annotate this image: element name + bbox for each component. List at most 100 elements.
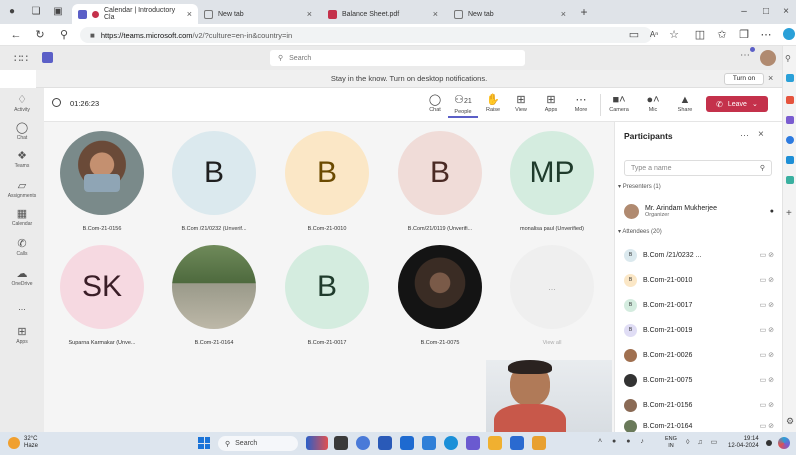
input-language[interactable]: ENG IN [665,436,677,450]
rail-apps[interactable]: ⊞ Apps [0,326,44,345]
taskbar-app-icon[interactable] [466,436,480,450]
new-tab-plus-icon[interactable]: + [578,6,590,18]
sidebar-app-icon[interactable] [786,74,794,82]
rail-teams[interactable]: ❖ Teams [0,150,44,169]
workspaces-icon[interactable]: ❏ [30,6,42,18]
taskbar-app-icon[interactable] [532,436,546,450]
view-button[interactable]: ⊞ View [506,93,536,113]
rail-calendar[interactable]: ▦ Calendar [0,208,44,227]
back-arrow-icon[interactable]: ← [8,27,24,43]
copilot-icon[interactable] [783,28,795,40]
app-launcher-icon[interactable]: ∷∷ [14,52,28,65]
more-button[interactable]: ⋯ More [566,93,596,113]
tab-balance-sheet[interactable]: Balance Sheet.pdf × [322,4,444,24]
rail-onedrive[interactable]: ☁ OneDrive [0,268,44,287]
rail-activity[interactable]: ♢ Activity [0,94,44,113]
organizer-row[interactable]: Mr. Arindam Mukherjee Organizer ● [624,201,774,221]
teams-search-input[interactable]: ⚲ Search [270,50,525,66]
rail-calls[interactable]: ✆ Calls [0,238,44,257]
taskbar-app-icon[interactable] [334,436,348,450]
close-tab-icon[interactable]: × [307,9,312,19]
wifi-volume-battery-icons[interactable]: ◊ ♫ ▭ [686,438,720,446]
view-all-tile[interactable]: ... [510,245,594,329]
participant-avatar-tile[interactable]: B [285,245,369,329]
participant-avatar-tile[interactable]: B [172,131,256,215]
split-screen-icon[interactable]: ◫ [692,27,708,43]
chevron-down-icon[interactable]: ⌄ [752,100,758,108]
presenters-section-toggle[interactable]: ▾ Presenters (1) [618,183,661,190]
edge-taskbar-icon[interactable] [444,436,458,450]
mic-button[interactable]: ●˄ Mic [638,93,668,113]
url-field[interactable]: ■ https://teams.microsoft.com/v2/?cultur… [80,27,652,43]
more-options-icon[interactable]: ⋯ [740,50,750,61]
weather-sun-icon[interactable] [8,437,20,449]
attendee-row[interactable]: B B.Com /21/0232 ... ▭ ⊘ [624,247,774,263]
sidebar-app-icon[interactable] [786,156,794,164]
rail-assignments[interactable]: ▱ Assignments [0,180,44,199]
minimize-icon[interactable]: – [738,6,750,18]
attendee-row[interactable]: B B.Com-21-0019 ▭ ⊘ [624,322,774,338]
taskbar-app-icon[interactable] [400,436,414,450]
copilot-taskbar-icon[interactable] [778,437,790,449]
sidebar-app-icon[interactable] [786,116,794,124]
taskbar-app-icon[interactable] [378,436,392,450]
search-icon[interactable]: ⚲ [56,27,72,43]
close-panel-icon[interactable]: × [758,129,764,140]
tab-new-2[interactable]: New tab × [448,4,572,24]
taskbar-app-icon[interactable] [356,436,370,450]
sidebar-app-icon[interactable] [786,96,794,104]
self-video-preview[interactable] [486,360,612,432]
sidebar-add-icon[interactable]: + [786,208,792,219]
people-button[interactable]: ⚇21 People [448,93,478,118]
attendees-section-toggle[interactable]: ▾ Attendees (20) [618,228,662,235]
taskbar-app-icon[interactable] [306,436,328,450]
tab-calendar[interactable]: Calendar | Introductory Cla × [72,4,198,24]
attendee-row[interactable]: B.Com-21-0164 ▭ ⊘ [624,420,774,432]
favorites-icon[interactable]: ✩ [714,27,730,43]
system-tray-icons[interactable]: ˄ ● ● ♪ [598,438,648,445]
close-window-icon[interactable]: × [780,6,792,18]
taskbar-app-icon[interactable] [422,436,436,450]
chat-button[interactable]: ◯ Chat [420,93,450,113]
apps-button[interactable]: ⊞ Apps [536,93,566,113]
rail-chat[interactable]: ◯ Chat [0,122,44,141]
read-aloud-icon[interactable]: Aⁿ [646,27,662,43]
sidebar-app-icon[interactable] [786,136,794,144]
close-tab-icon[interactable]: × [561,9,566,19]
raise-hand-button[interactable]: ✋ Raise [478,93,508,113]
participant-video-tile[interactable] [60,131,144,215]
attendee-row[interactable]: B.Com-21-0156 ▭ ⊘ [624,397,774,413]
sidebar-search-icon[interactable]: ⚲ [785,54,791,63]
settings-more-icon[interactable]: ⋯ [758,27,774,43]
leave-button[interactable]: ✆ Leave ⌄ [706,96,768,112]
clock[interactable]: 19:14 12-04-2024 [728,436,759,450]
weather-widget[interactable]: 32°C Haze [24,436,38,450]
maximize-icon[interactable]: □ [760,6,772,18]
close-tab-icon[interactable]: × [433,9,438,19]
participant-video-tile[interactable] [398,245,482,329]
attendee-row[interactable]: B B.Com-21-0010 ▭ ⊘ [624,272,774,288]
tab-new-1[interactable]: New tab × [198,4,318,24]
participant-avatar-tile[interactable]: B [398,131,482,215]
refresh-icon[interactable]: ↻ [32,27,48,43]
participant-avatar-tile[interactable]: SK [60,245,144,329]
favorite-star-icon[interactable]: ☆ [666,27,682,43]
profile-icon[interactable]: ● [6,6,18,18]
user-avatar[interactable] [760,50,776,66]
participant-video-tile[interactable] [172,245,256,329]
participant-avatar-tile[interactable]: MP [510,131,594,215]
attendee-row[interactable]: B B.Com-21-0017 ▭ ⊘ [624,297,774,313]
invite-name-input[interactable]: Type a name ⚲ [624,160,772,176]
camera-button[interactable]: ■˄ Camera [604,93,634,113]
attendee-row[interactable]: B.Com-21-0026 ▭ ⊘ [624,347,774,363]
dismiss-banner-icon[interactable]: × [768,73,773,83]
notification-center-icon[interactable] [766,440,772,446]
participant-avatar-tile[interactable]: B [285,131,369,215]
file-explorer-icon[interactable] [488,436,502,450]
panel-more-icon[interactable]: ⋯ [740,130,749,141]
rail-more[interactable]: ... [0,302,44,312]
collections-icon[interactable]: ❐ [736,27,752,43]
app-available-icon[interactable]: ▭ [626,27,642,43]
tab-actions-icon[interactable]: ▣ [52,6,64,18]
taskbar-search[interactable]: ⚲ Search [218,436,298,451]
